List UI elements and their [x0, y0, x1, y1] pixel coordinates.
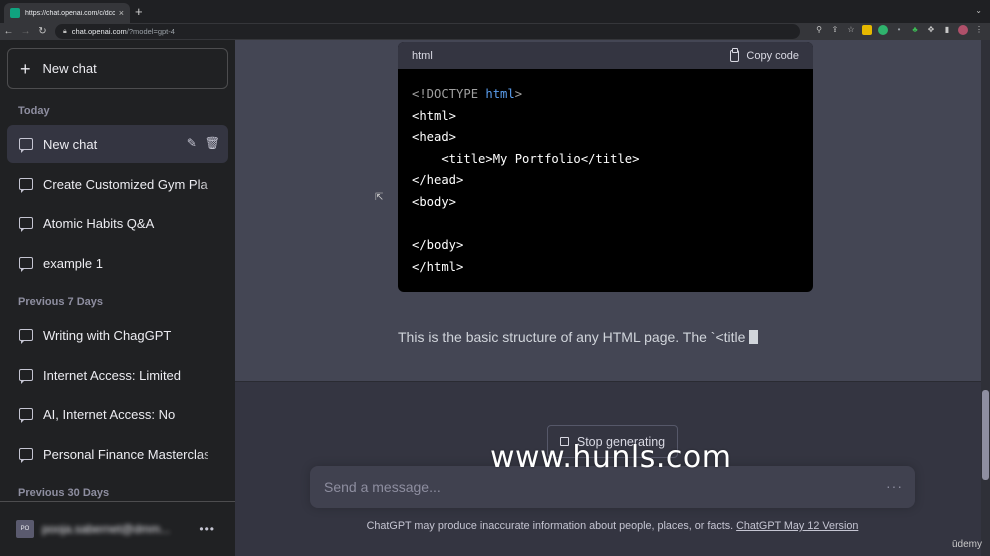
sidebar-item-internet-limited[interactable]: Internet Access: Limited [7, 356, 228, 394]
chat-bubble-icon [19, 257, 33, 272]
chat-bubble-icon [19, 217, 33, 232]
browser-toolbar: ← → ↻ 🔒︎ chat.openai.com /?model=gpt-4 ⚲… [0, 23, 990, 40]
disclaimer: ChatGPT may produce inaccurate informati… [235, 520, 990, 532]
sidebar-item-atomic-habits[interactable]: Atomic Habits Q&A [7, 204, 228, 242]
chat-bubble-icon [19, 329, 33, 344]
scrollbar-thumb[interactable] [982, 390, 989, 480]
plus-icon: + [20, 58, 31, 79]
typing-dots-icon: ··· [886, 478, 903, 494]
conversation-main: html Copy code <!DOCTYPE html> <html> <h… [235, 40, 990, 556]
sidebar-item-personal-finance[interactable]: Personal Finance Masterclass [7, 435, 228, 473]
lock-icon: 🔒︎ [63, 27, 67, 35]
sidebar-item-label: example 1 [43, 255, 103, 271]
code-line: <title>My Portfolio</title> [412, 151, 640, 166]
openai-favicon-icon [10, 8, 20, 18]
reload-icon[interactable]: ↻ [34, 26, 51, 37]
sidebar-item-gym-plan[interactable]: Create Customized Gym Plan [7, 165, 228, 203]
sidebar-item-example-1[interactable]: example 1 [7, 244, 228, 282]
extensions-puzzle-icon[interactable]: ✥ [926, 25, 936, 35]
pin-extension-icon[interactable]: • [894, 25, 904, 35]
sidebar-item-label: New chat [43, 136, 98, 152]
new-chat-label: New chat [42, 61, 97, 76]
share-icon[interactable]: ⇪ [830, 25, 840, 35]
code-line: <html> [412, 108, 457, 123]
chat-bubble-icon [19, 408, 33, 423]
grammarly-extension-icon[interactable] [878, 25, 888, 35]
code-block-header: html Copy code [398, 42, 813, 69]
section-previous-7-days: Previous 7 Days [18, 296, 103, 308]
code-block: html Copy code <!DOCTYPE html> <html> <h… [398, 42, 813, 292]
scrollbar[interactable] [981, 40, 990, 556]
chat-bubble-icon [19, 369, 33, 384]
chat-bubble-icon [19, 448, 33, 463]
code-token: html [485, 87, 515, 101]
browser-menu-icon[interactable]: ⋮ [974, 25, 984, 35]
chat-bubble-icon [19, 178, 33, 193]
assistant-message: html Copy code <!DOCTYPE html> <html> <h… [235, 40, 981, 382]
leaf-extension-icon[interactable]: ♣ [910, 25, 920, 35]
section-previous-30-days: Previous 30 Days [18, 487, 110, 499]
item-actions: ✎ 🗑︎ [187, 136, 220, 150]
address-bar[interactable]: 🔒︎ chat.openai.com /?model=gpt-4 [55, 24, 800, 39]
bookmark-star-icon[interactable]: ☆ [846, 25, 856, 35]
side-panel-icon[interactable]: ▮ [942, 25, 952, 35]
browser-tab[interactable]: https://chat.openai.com/c/dcc × [4, 3, 130, 23]
code-content: <!DOCTYPE html> <html> <head> <title>My … [398, 69, 813, 292]
url-host: chat.openai.com [71, 27, 127, 36]
code-line: <head> [412, 130, 457, 145]
sidebar-item-new-chat[interactable]: New chat ✎ 🗑︎ [7, 125, 228, 163]
copy-code-label: Copy code [746, 49, 799, 62]
avatar: PO [16, 520, 34, 538]
sidebar-item-label: Atomic Habits Q&A [43, 215, 155, 231]
more-options-icon[interactable]: ••• [199, 522, 215, 536]
code-line: </head> [412, 173, 464, 188]
code-language: html [412, 49, 433, 62]
watermark: www.hunls.com [490, 440, 732, 475]
code-line: <body> [412, 194, 457, 209]
sidebar-item-label: Writing with ChagGPT [43, 327, 172, 343]
tab-search-chevron-icon[interactable]: ⌄ [975, 6, 982, 15]
udemy-logo: ūdemy [951, 539, 982, 550]
zoom-icon[interactable]: ⚲ [814, 25, 824, 35]
profile-avatar-icon[interactable] [958, 25, 968, 35]
chat-bubble-icon [19, 138, 33, 153]
url-path: /?model=gpt-4 [126, 27, 175, 36]
user-account-row[interactable]: PO pooja.sabernet@dmm... ••• [0, 501, 235, 556]
edit-pencil-icon[interactable]: ✎ [187, 136, 197, 150]
extensions-area: ⚲ ⇪ ☆ • ♣ ✥ ▮ ⋮ [814, 25, 984, 35]
copy-code-button[interactable]: Copy code [730, 47, 799, 62]
sidebar-item-label: Create Customized Gym Plan [43, 176, 208, 192]
mouse-pointer-icon: ⇱ [375, 192, 384, 203]
tab-title: https://chat.openai.com/c/dcc [25, 9, 115, 17]
code-line: </body> [412, 238, 464, 253]
clipboard-icon [730, 47, 740, 62]
chat-sidebar: + New chat Today New chat ✎ 🗑︎ Create Cu… [0, 40, 235, 556]
sidebar-item-writing[interactable]: Writing with ChagGPT [7, 316, 228, 354]
new-chat-button[interactable]: + New chat [7, 48, 228, 89]
disclaimer-text: ChatGPT may produce inaccurate informati… [366, 520, 737, 532]
sidebar-item-label: AI, Internet Access: No [43, 406, 176, 422]
assistant-text-content: This is the basic structure of any HTML … [398, 329, 746, 345]
sidebar-item-internet-no[interactable]: AI, Internet Access: No [7, 395, 228, 433]
code-line: </html> [412, 259, 464, 274]
sidebar-item-label: Personal Finance Masterclass [43, 446, 208, 462]
browser-tab-bar: https://chat.openai.com/c/dcc × + ⌄ [0, 0, 990, 23]
notes-extension-icon[interactable] [862, 25, 872, 35]
section-today: Today [18, 105, 50, 117]
user-email: pooja.sabernet@dmm... [42, 522, 171, 536]
delete-trash-icon[interactable]: 🗑︎ [205, 136, 220, 150]
code-token: > [514, 87, 523, 101]
forward-arrow-icon[interactable]: → [17, 26, 34, 37]
tab-close-icon[interactable]: × [119, 8, 124, 18]
code-token: <!DOCTYPE [412, 87, 486, 101]
version-link[interactable]: ChatGPT May 12 Version [736, 520, 858, 532]
streaming-cursor-icon [749, 330, 759, 344]
new-tab-button[interactable]: + [135, 5, 143, 18]
sidebar-item-label: Internet Access: Limited [43, 367, 182, 383]
assistant-streaming-text: This is the basic structure of any HTML … [398, 329, 759, 345]
back-arrow-icon[interactable]: ← [0, 26, 17, 37]
